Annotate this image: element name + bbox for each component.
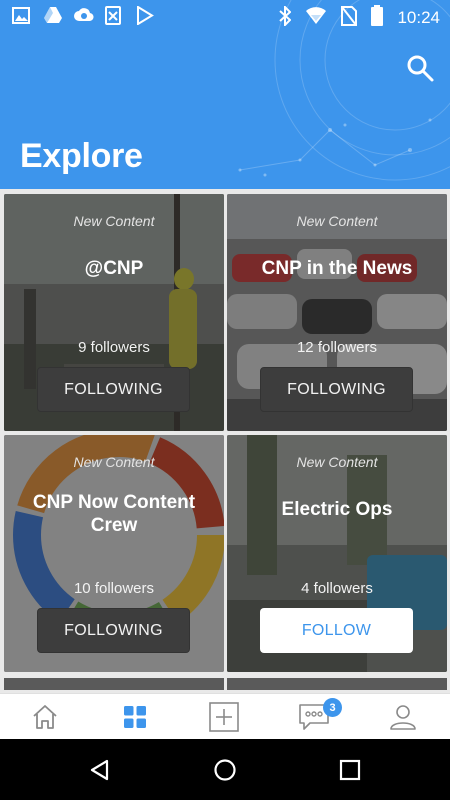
- messages-badge: 3: [323, 698, 342, 717]
- next-card-peek: [227, 678, 447, 690]
- system-navigation-bar: [0, 739, 450, 800]
- recents-icon[interactable]: [335, 755, 365, 785]
- explore-grid-icon[interactable]: [118, 701, 152, 733]
- card-title: CNP in the News: [261, 258, 413, 279]
- home-icon[interactable]: [28, 701, 62, 733]
- card-title: @CNP: [84, 258, 144, 279]
- bottom-navigation: 3: [0, 693, 450, 739]
- profile-icon[interactable]: [386, 701, 420, 733]
- cloud-sync-icon: [74, 6, 94, 25]
- home-circle-icon[interactable]: [210, 755, 240, 785]
- follow-button[interactable]: FOLLOW: [260, 608, 413, 653]
- channel-card-cnp-now-content-crew[interactable]: New Content CNP Now Content Crew 10 foll…: [4, 435, 224, 672]
- card-title: Electric Ops: [281, 499, 393, 520]
- play-store-icon: [136, 5, 155, 26]
- channel-card-cnp[interactable]: New Content @CNP 9 followers FOLLOWING: [4, 194, 224, 431]
- app-header: 10:24 Explore: [0, 0, 450, 189]
- bluetooth-icon: [279, 4, 292, 31]
- spreadsheet-icon: [105, 6, 124, 25]
- following-button[interactable]: FOLLOWING: [260, 367, 413, 412]
- wifi-icon: [305, 6, 327, 30]
- clock: 10:24: [397, 8, 440, 27]
- channel-card-cnp-in-the-news[interactable]: New Content CNP in the News 12 followers…: [227, 194, 447, 431]
- next-card-peek: [4, 678, 224, 690]
- page-title: Explore: [20, 137, 143, 175]
- image-icon: [12, 6, 31, 25]
- card-title: CNP Now Content Crew: [32, 492, 196, 536]
- add-post-icon[interactable]: [207, 701, 241, 733]
- following-button[interactable]: FOLLOWING: [37, 608, 190, 653]
- search-icon[interactable]: [405, 53, 435, 83]
- following-button[interactable]: FOLLOWING: [37, 367, 190, 412]
- followers-count: 9 followers: [78, 339, 150, 356]
- new-content-label: New Content: [73, 454, 155, 470]
- back-icon[interactable]: [85, 755, 115, 785]
- followers-count: 10 followers: [73, 580, 155, 597]
- new-content-label: New Content: [296, 454, 378, 470]
- channel-card-electric-ops[interactable]: New Content Electric Ops 4 followers FOL…: [227, 435, 447, 672]
- drive-icon: [43, 6, 62, 25]
- followers-count: 4 followers: [301, 580, 373, 597]
- status-bar: 10:24: [0, 0, 450, 33]
- new-content-label: New Content: [73, 213, 155, 229]
- no-sim-icon: [341, 5, 358, 31]
- channel-grid: New Content @CNP 9 followers FOLLOWING N…: [0, 189, 450, 693]
- followers-count: 12 followers: [296, 339, 378, 356]
- new-content-label: New Content: [296, 213, 378, 229]
- battery-icon: [371, 5, 384, 31]
